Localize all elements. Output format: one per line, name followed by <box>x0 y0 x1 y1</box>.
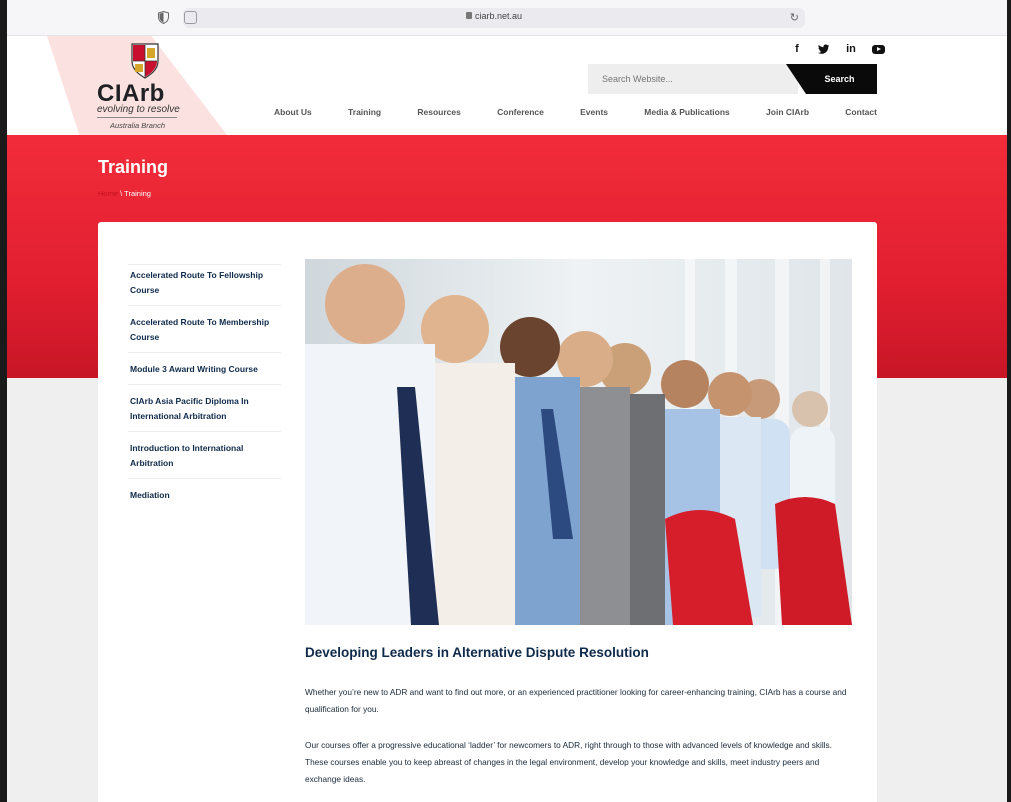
nav-media-publications[interactable]: Media & Publications <box>644 107 730 117</box>
sidebar-item-membership[interactable]: Accelerated Route To Membership Course <box>128 306 281 353</box>
breadcrumb-home[interactable]: Home <box>98 189 118 198</box>
address-bar[interactable]: ciarb.net.au ↻ <box>183 8 805 28</box>
intro-paragraph: Whether you’re new to ADR and want to fi… <box>305 687 847 714</box>
site-header: CIArb evolving to resolve Australia Bran… <box>7 36 1007 135</box>
privacy-shield-icon[interactable] <box>158 11 169 24</box>
breadcrumb-current: Training <box>124 189 151 198</box>
linkedin-icon[interactable]: in <box>844 42 858 56</box>
courses-paragraph: Our courses offer a progressive educatio… <box>305 740 832 784</box>
nav-training[interactable]: Training <box>348 107 381 117</box>
page: CIArb evolving to resolve Australia Bran… <box>7 36 1007 802</box>
page-title: Training <box>98 157 169 177</box>
sidebar-item-diploma[interactable]: CIArb Asia Pacific Diploma In Internatio… <box>128 385 281 432</box>
nav-resources[interactable]: Resources <box>417 107 460 117</box>
breadcrumb: Home \ Training <box>98 189 151 198</box>
main-nav: About Us Training Resources Conference E… <box>274 107 877 117</box>
brand-tagline: evolving to resolve <box>97 104 180 115</box>
training-photo <box>305 259 852 625</box>
url-text[interactable]: ciarb.net.au <box>183 11 805 21</box>
facebook-icon[interactable]: f <box>790 42 804 56</box>
site-search: Search <box>588 64 877 94</box>
lock-icon <box>465 12 472 19</box>
nav-about-us[interactable]: About Us <box>274 107 312 117</box>
logo-divider <box>97 117 177 118</box>
browser-toolbar: ciarb.net.au ↻ <box>7 0 1007 36</box>
section-heading: Developing Leaders in Alternative Disput… <box>305 645 649 660</box>
training-sidebar: Accelerated Route To Fellowship Course A… <box>128 264 281 510</box>
search-input[interactable] <box>588 64 798 94</box>
nav-join[interactable]: Join CIArb <box>766 107 809 117</box>
search-button[interactable]: Search <box>786 64 877 94</box>
content-card: Accelerated Route To Fellowship Course A… <box>98 222 877 802</box>
social-links: f in <box>790 42 885 56</box>
nav-contact[interactable]: Contact <box>845 107 877 117</box>
twitter-icon[interactable] <box>818 43 830 55</box>
nav-conference[interactable]: Conference <box>497 107 544 117</box>
sidebar-item-intro-arbitration[interactable]: Introduction to International Arbitratio… <box>128 432 281 479</box>
branch-label: Australia Branch <box>110 121 166 130</box>
youtube-icon[interactable] <box>872 44 885 54</box>
reader-view-icon[interactable] <box>184 11 197 24</box>
sidebar-item-fellowship[interactable]: Accelerated Route To Fellowship Course <box>128 264 281 306</box>
nav-events[interactable]: Events <box>580 107 608 117</box>
crest-icon[interactable] <box>130 41 160 79</box>
sidebar-item-award-writing[interactable]: Module 3 Award Writing Course <box>128 353 281 385</box>
reload-icon[interactable]: ↻ <box>790 11 799 24</box>
sidebar-item-mediation[interactable]: Mediation <box>128 479 281 510</box>
